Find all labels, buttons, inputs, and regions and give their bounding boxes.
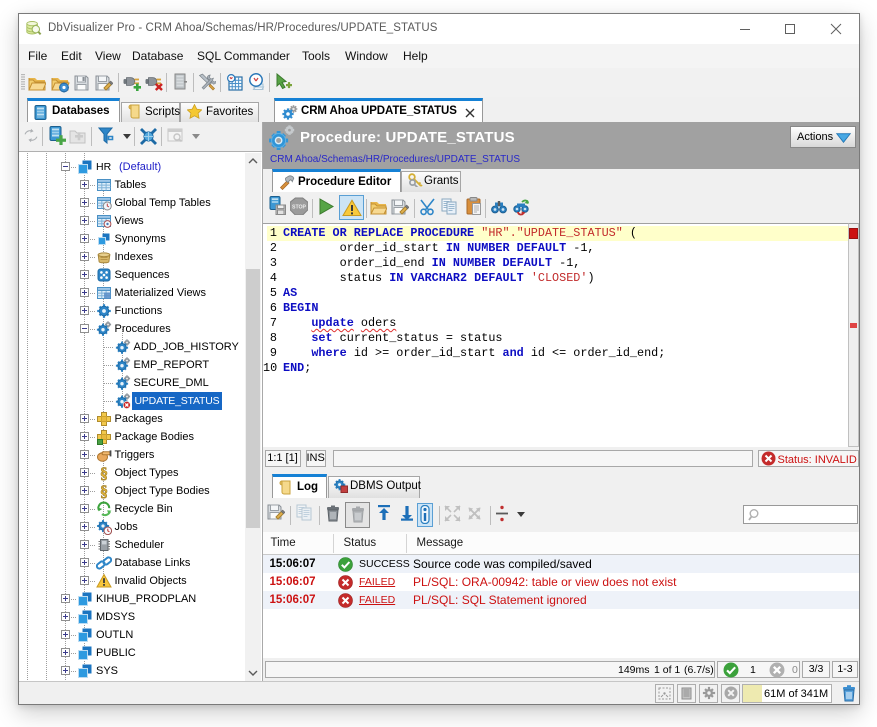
svg-text:§: § [100,484,108,500]
svg-text:§: § [100,466,108,482]
svg-text:STOP: STOP [292,205,307,211]
